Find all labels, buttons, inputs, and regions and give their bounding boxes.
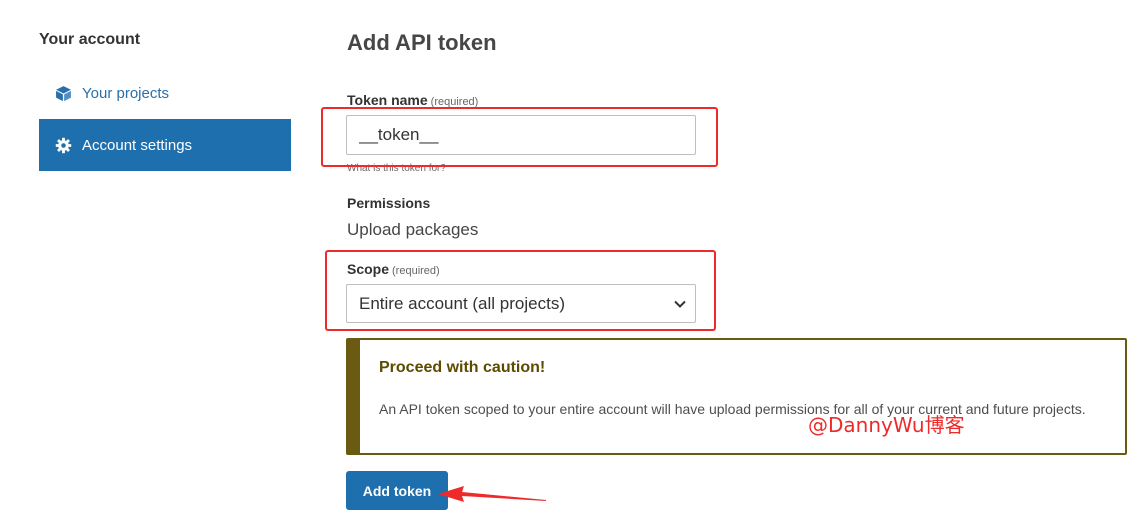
sidebar-heading: Your account (39, 31, 141, 48)
annotation-arrow-icon (438, 486, 546, 502)
permissions-label: Permissions (347, 195, 431, 211)
sidebar-item-account-settings[interactable]: Account settings (39, 119, 291, 171)
add-token-button[interactable]: Add token (346, 471, 448, 510)
cube-icon (54, 84, 72, 102)
annotation-highlight-scope (325, 250, 716, 331)
sidebar-item-your-projects[interactable]: Your projects (39, 67, 291, 119)
page: Your account Your projects Account setti… (0, 0, 1144, 521)
watermark: @DannyWu博客 (808, 413, 965, 437)
caution-body: An API token scoped to your entire accou… (379, 401, 1086, 417)
permissions-value: Upload packages (347, 220, 479, 239)
gear-icon (54, 136, 72, 154)
token-name-label-text: Token name (347, 92, 428, 108)
sidebar-item-label: Your projects (82, 84, 169, 102)
caution-title: Proceed with caution! (379, 359, 546, 376)
annotation-highlight-token (321, 107, 718, 167)
page-title: Add API token (347, 30, 497, 55)
token-name-label: Token name (required) (347, 92, 478, 108)
caution-callout: Proceed with caution! An API token scope… (346, 338, 1127, 455)
sidebar-item-label: Account settings (82, 136, 193, 154)
